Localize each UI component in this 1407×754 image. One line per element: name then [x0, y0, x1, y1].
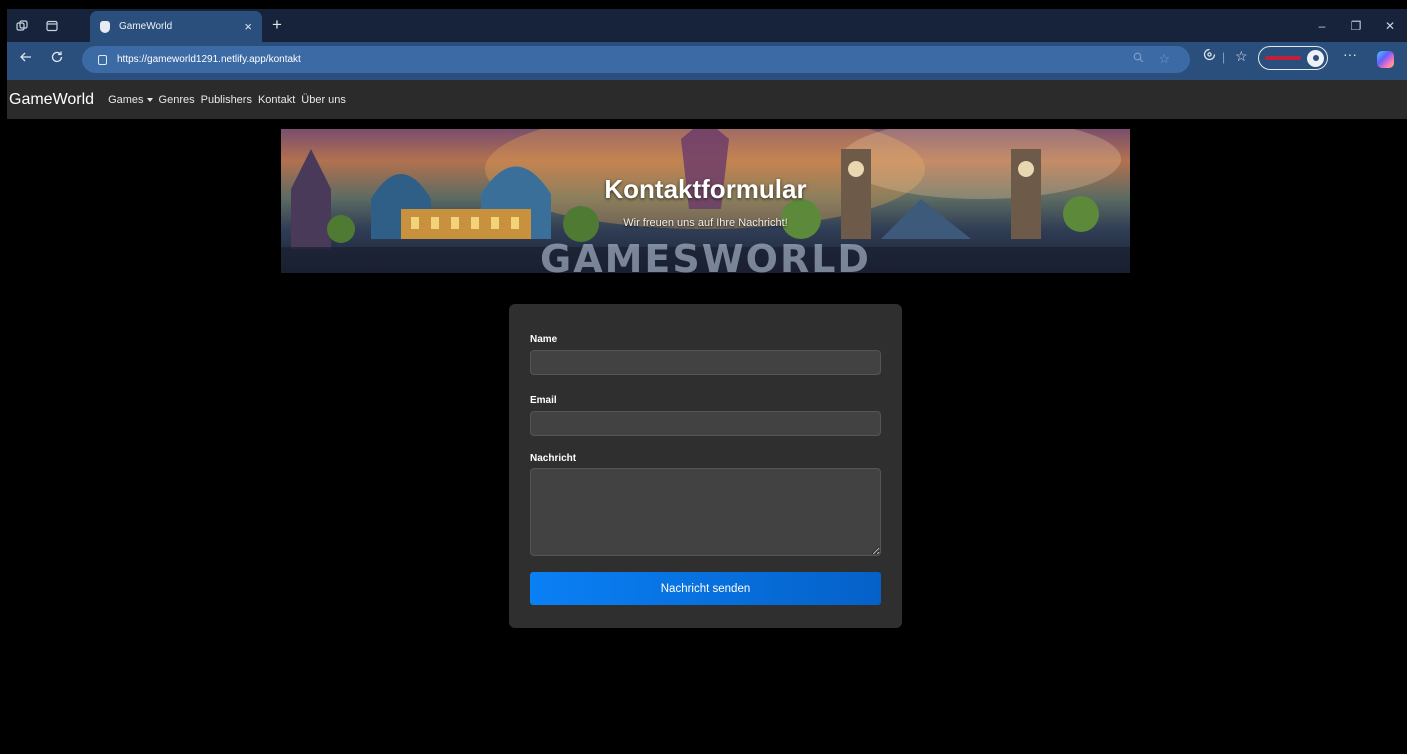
toolbar-divider: |: [1222, 50, 1226, 64]
site-brand[interactable]: GameWorld: [9, 91, 94, 109]
close-window-button[interactable]: ✕: [1373, 19, 1407, 33]
site-navbar: GameWorld Games Genres Publishers Kontak…: [7, 80, 1407, 119]
url-text: https://gameworld1291.netlify.app/kontak…: [117, 54, 301, 65]
email-input[interactable]: [530, 411, 881, 436]
workspaces-icon[interactable]: [7, 9, 37, 42]
favorites-icon[interactable]: ☆: [1235, 48, 1248, 65]
address-bar[interactable]: https://gameworld1291.netlify.app/kontak…: [82, 46, 1190, 73]
profile-button[interactable]: [1258, 46, 1328, 70]
send-message-button[interactable]: Nachricht senden: [530, 572, 881, 605]
favorite-star-icon[interactable]: ☆: [1158, 51, 1170, 67]
lock-icon[interactable]: [98, 54, 107, 65]
contact-form: Name Email Nachricht Nachricht senden: [509, 304, 902, 628]
new-tab-button[interactable]: +: [272, 15, 282, 35]
active-tab[interactable]: GameWorld ×: [90, 11, 262, 42]
copilot-icon[interactable]: [1377, 51, 1394, 68]
nav-link-publishers[interactable]: Publishers: [201, 94, 252, 106]
nav-link-games-label: Games: [108, 93, 144, 106]
page-title: Kontaktformular: [604, 174, 807, 204]
tab-close-icon[interactable]: ×: [244, 19, 252, 34]
email-label: Email: [530, 395, 557, 406]
refresh-icon[interactable]: [50, 50, 64, 69]
nav-link-genres[interactable]: Genres: [159, 94, 195, 106]
back-icon[interactable]: [19, 50, 33, 69]
tab-title: GameWorld: [119, 21, 173, 32]
browser-window: GameWorld × + – ❐ ✕ https://gameworld129…: [7, 9, 1407, 754]
minimize-button[interactable]: –: [1305, 19, 1339, 33]
tab-strip: GameWorld × + – ❐ ✕: [7, 9, 1407, 42]
browser-toolbar: https://gameworld1291.netlify.app/kontak…: [7, 42, 1407, 80]
restore-button[interactable]: ❐: [1339, 19, 1373, 33]
nav-link-ueber-uns[interactable]: Über uns: [301, 94, 346, 106]
profile-avatar-icon: [1307, 49, 1324, 67]
extensions-icon[interactable]: [1203, 48, 1216, 64]
window-controls: – ❐ ✕: [1305, 9, 1407, 42]
zoom-icon[interactable]: [1133, 52, 1144, 66]
nav-link-kontakt[interactable]: Kontakt: [258, 94, 295, 106]
chevron-down-icon: [146, 97, 153, 102]
more-icon[interactable]: ···: [1343, 46, 1357, 62]
tab-actions-icon[interactable]: [37, 9, 67, 42]
profile-status-badge: [1265, 56, 1301, 60]
nav-link-games[interactable]: Games: [108, 93, 153, 106]
tab-favicon-icon: [100, 20, 110, 33]
banner-wordmark: GAMESWORLD: [540, 237, 871, 273]
message-label: Nachricht: [530, 453, 577, 464]
hero-banner: GAMESWORLD Kontaktformular Wir freuen un…: [281, 129, 1130, 273]
message-textarea[interactable]: [530, 468, 881, 556]
page-subtitle: Wir freuen uns auf Ihre Nachricht!: [623, 217, 788, 229]
name-label: Name: [530, 334, 558, 345]
name-input[interactable]: [530, 350, 881, 375]
